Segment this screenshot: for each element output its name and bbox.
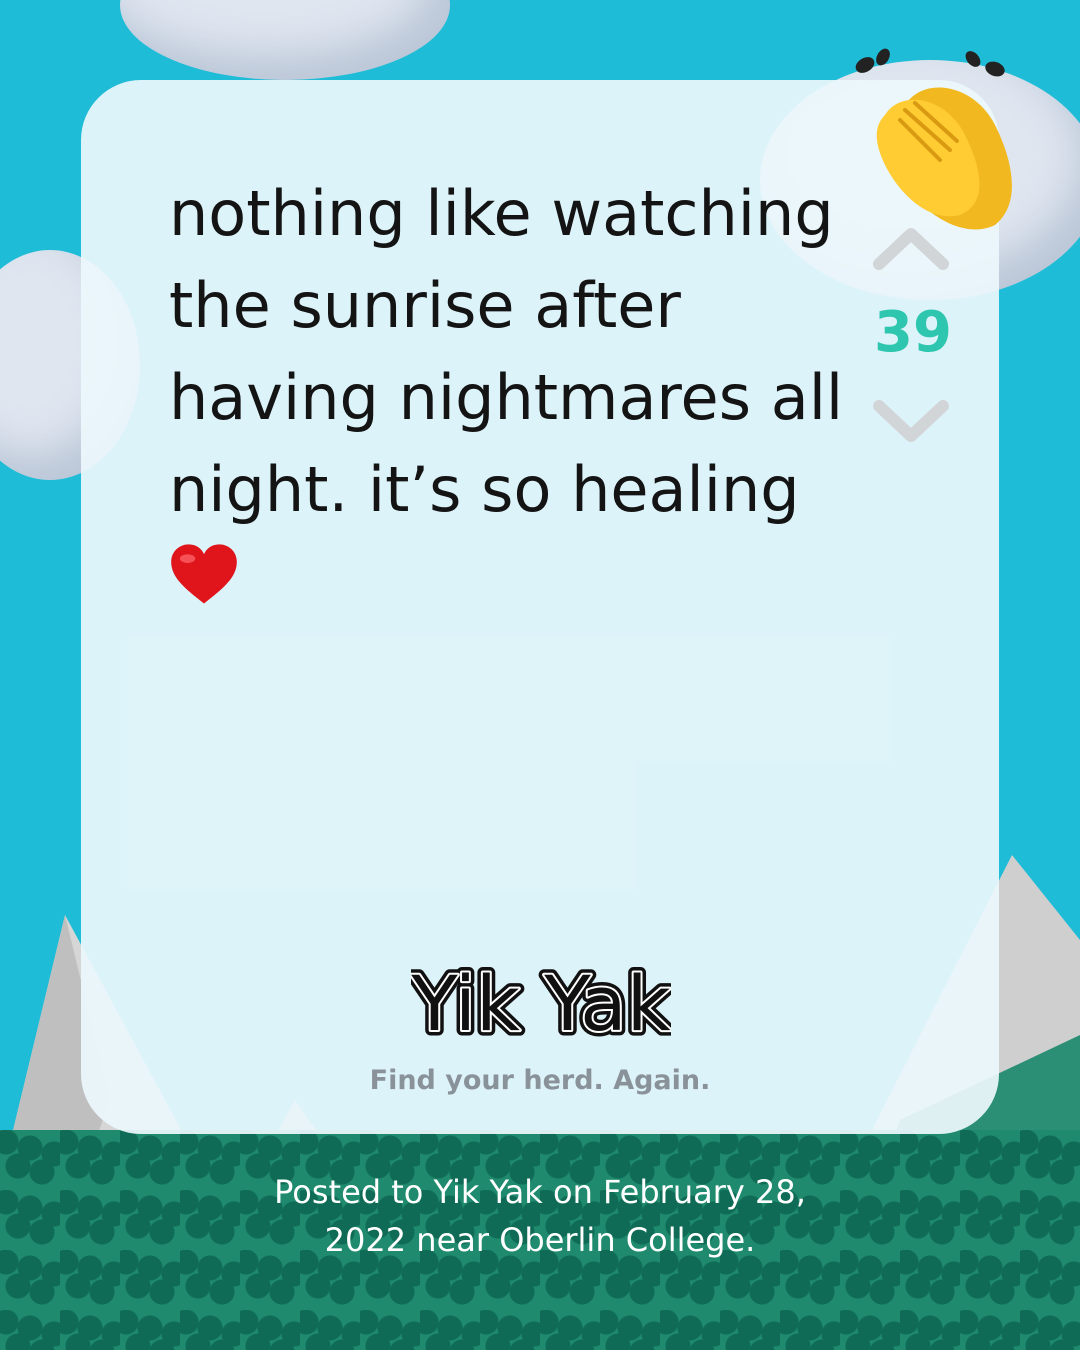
clapping-hands-icon <box>855 48 1012 230</box>
red-heart-icon <box>171 544 237 604</box>
post-caption: Posted to Yik Yak on February 28, 2022 n… <box>274 1173 806 1259</box>
svg-text:Yik Yak: Yik Yak <box>411 959 671 1048</box>
vote-count: 39 <box>874 300 952 365</box>
tagline: Find your herd. Again. <box>369 1065 711 1096</box>
downvote-button[interactable] <box>873 390 949 450</box>
yik-yak-logo: Yik Yak Yik Yak Yik Yak <box>411 955 671 1050</box>
vote-control: 39 <box>861 220 961 450</box>
post-card[interactable]: nothing like watching the sunrise after … <box>81 80 999 1134</box>
post-text: nothing like watching the sunrise after … <box>169 177 844 526</box>
